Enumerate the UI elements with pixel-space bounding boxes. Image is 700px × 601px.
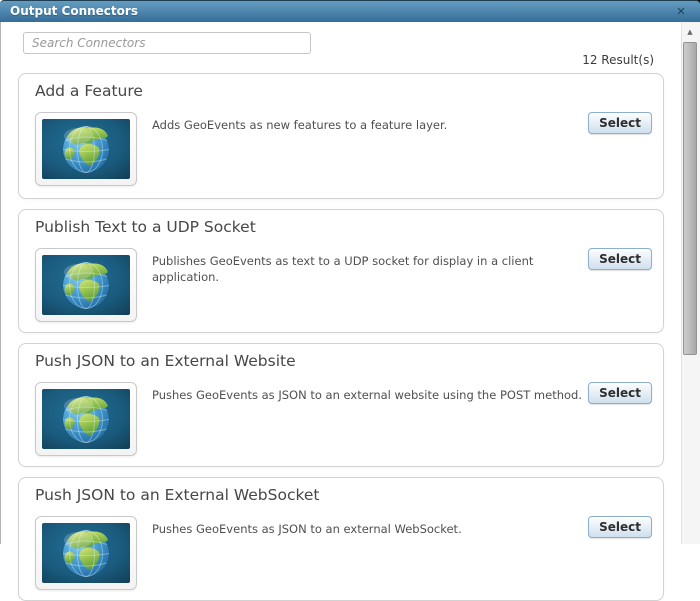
select-button[interactable]: Select [588,516,652,538]
dialog-title: Output Connectors [10,4,138,18]
connector-card: Add a Feature Adds GeoEvents as new feat… [18,73,664,199]
globe-icon [42,255,130,315]
close-icon[interactable]: ✕ [674,4,688,19]
connector-description: Adds GeoEvents as new features to a feat… [152,118,448,132]
connector-description: Pushes GeoEvents as JSON to an external … [152,388,582,402]
connector-thumbnail [35,112,137,186]
globe-icon [42,119,130,179]
connector-card: Push JSON to an External WebSocket Pushe… [18,477,664,601]
connector-thumbnail [35,516,137,590]
connector-title: Add a Feature [35,82,143,100]
select-button[interactable]: Select [588,248,652,270]
dialog-titlebar: Output Connectors ✕ [0,0,700,22]
connector-card: Publish Text to a UDP Socket Publishes G… [18,209,664,333]
scrollbar-thumb[interactable] [683,42,697,355]
connector-card: Push JSON to an External Website Pushes … [18,343,664,467]
connector-thumbnail [35,248,137,322]
dialog-body: 12 Result(s) Add a Feature Adds GeoEvent… [0,22,700,601]
globe-icon [42,523,130,583]
connector-description: Publishes GeoEvents as text to a UDP soc… [152,254,534,284]
search-input[interactable] [23,32,311,54]
select-button[interactable]: Select [588,382,652,404]
results-count: 12 Result(s) [582,53,654,67]
connector-title: Publish Text to a UDP Socket [35,218,256,236]
scroll-up-icon[interactable]: ▲ [682,25,698,39]
select-button[interactable]: Select [588,112,652,134]
connector-thumbnail [35,382,137,456]
connector-description: Pushes GeoEvents as JSON to an external … [152,522,462,536]
connector-title: Push JSON to an External WebSocket [35,486,320,504]
connector-title: Push JSON to an External Website [35,352,296,370]
globe-icon [42,389,130,449]
